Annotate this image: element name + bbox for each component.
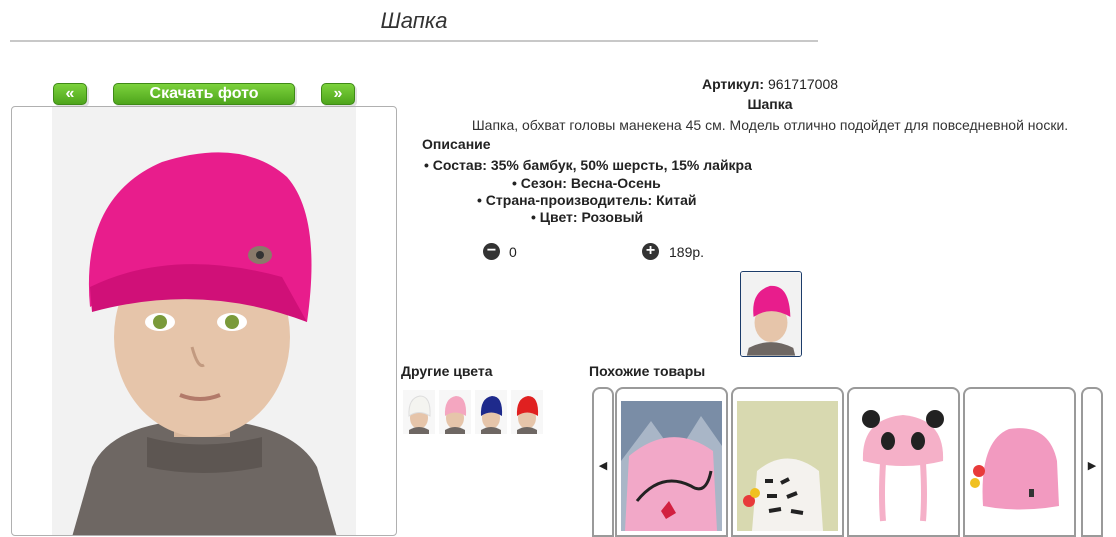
next-photo-button[interactable]: » [321, 83, 355, 105]
similar-product-card[interactable] [731, 387, 844, 537]
color-option-navy[interactable] [475, 390, 507, 434]
main-product-photo [52, 107, 356, 535]
similar-product-card[interactable] [963, 387, 1076, 537]
similar-product-card[interactable] [615, 387, 728, 537]
color-option-light-pink[interactable] [439, 390, 471, 434]
article-label: Артикул: [701, 76, 765, 92]
similar-product-card[interactable] [847, 387, 960, 537]
similar-products-title: Похожие товары [589, 363, 706, 379]
carousel-prev-button[interactable]: ◀ [592, 387, 614, 537]
thumbnail-image [741, 272, 801, 356]
similar-product-image [737, 401, 838, 531]
description-heading: Описание [422, 136, 491, 152]
article-line: Артикул: 961717008 [600, 76, 940, 92]
carousel-next-button[interactable]: ▶ [1081, 387, 1103, 537]
product-name: Шапка [747, 96, 793, 112]
similar-product-image [621, 401, 722, 531]
spec-color: Цвет: Розовый [531, 209, 643, 225]
increase-quantity-button[interactable]: + [642, 243, 659, 260]
page-title: Шапка [380, 8, 448, 33]
spec-season: Сезон: Весна-Осень [512, 175, 661, 191]
color-option-red[interactable] [511, 390, 543, 434]
color-option-white[interactable] [403, 390, 435, 434]
other-colors-title: Другие цвета [401, 363, 493, 379]
product-description: Шапка, обхват головы манекена 45 см. Мод… [471, 117, 1069, 133]
article-value: 961717008 [767, 76, 839, 92]
title-divider [10, 40, 818, 42]
download-photo-button[interactable]: Скачать фото [113, 83, 295, 105]
similar-product-image [853, 401, 954, 531]
quantity-value: 0 [509, 244, 517, 260]
spec-composition: Состав: 35% бамбук, 50% шерсть, 15% лайк… [424, 157, 752, 173]
spec-country: Страна-производитель: Китай [477, 192, 697, 208]
price-value: 189р. [669, 244, 705, 260]
prev-photo-button[interactable]: « [53, 83, 87, 105]
similar-product-image [969, 401, 1070, 531]
product-thumbnail[interactable] [740, 271, 802, 357]
decrease-quantity-button[interactable]: − [483, 243, 500, 260]
main-photo-frame [11, 106, 397, 536]
carousel-left-arrow-icon: ◀ [598, 460, 608, 472]
carousel-right-arrow-icon: ▶ [1087, 460, 1097, 472]
